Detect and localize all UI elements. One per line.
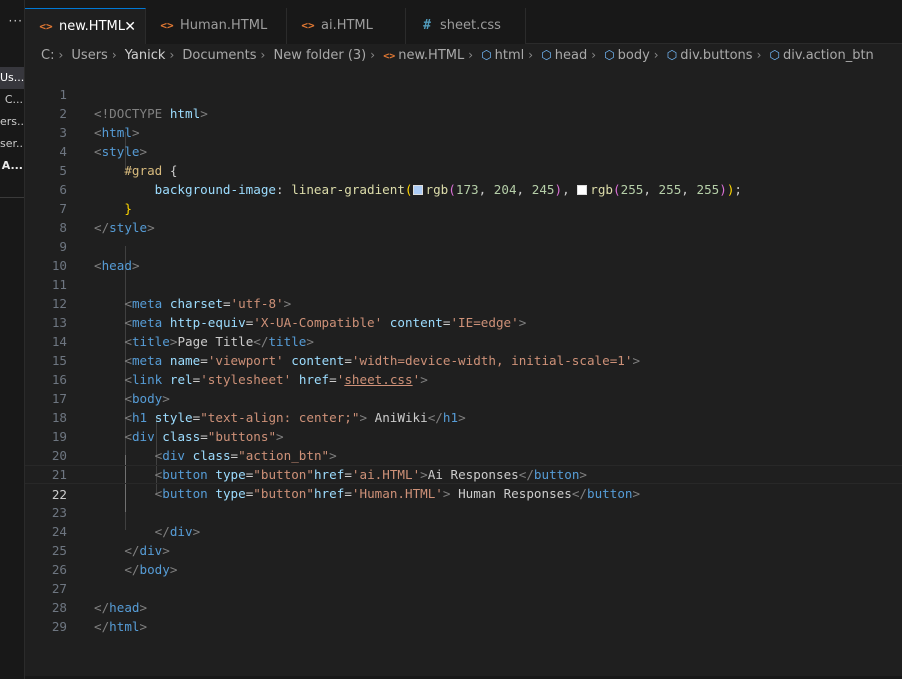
breadcrumb-item[interactable]: div.buttons <box>680 45 752 66</box>
element-cube-icon: ⬡ <box>541 48 552 62</box>
code-editor[interactable]: 1 <!DOCTYPE html> 2 <html> 3 <style> 4 #… <box>25 66 902 679</box>
tab-label: new.HTML <box>59 19 125 34</box>
html-file-icon: <> <box>39 20 53 33</box>
html-file-icon: <> <box>160 19 174 32</box>
code-line: 12 <meta http-equiv='X-UA-Compatible' co… <box>25 275 902 330</box>
code-line: 10 <box>25 237 902 273</box>
current-code-line: 22 <box>25 465 902 502</box>
chevron-right-icon: › <box>58 48 64 62</box>
code-line: 9 <head> <box>25 218 902 273</box>
breadcrumb-item[interactable]: Users <box>71 45 107 66</box>
tab-sheet-css[interactable]: # sheet.css <box>406 8 526 44</box>
html-file-icon: <> <box>301 19 315 32</box>
code-line: 23 </div> <box>25 484 902 539</box>
chevron-right-icon: › <box>260 48 266 62</box>
element-cube-icon: ⬡ <box>481 48 492 62</box>
line-number: 29 <box>51 619 67 634</box>
breadcrumb-item[interactable]: New folder (3) <box>273 45 366 66</box>
breadcrumb-item[interactable]: body <box>618 45 650 66</box>
code-line: 25 </body> <box>25 522 902 577</box>
tab-human-html[interactable]: <> Human.HTML <box>146 8 287 44</box>
code-line: 24 </div> <box>25 503 902 558</box>
chevron-right-icon: › <box>653 48 659 62</box>
element-cube-icon: ⬡ <box>604 48 615 62</box>
close-icon[interactable]: ✕ <box>124 9 136 45</box>
code-line: 26 <box>25 541 902 577</box>
code-line: 20 <button type="button"href='ai.HTML'>A… <box>25 427 902 482</box>
explorer-item[interactable]: C... <box>0 89 24 111</box>
code-line: 6 } <box>25 161 902 216</box>
element-cube-icon: ⬡ <box>769 48 781 62</box>
chevron-right-icon: › <box>370 48 376 62</box>
breadcrumb-item[interactable]: Documents <box>182 45 256 66</box>
code-line: 7 </style> <box>25 180 902 235</box>
breadcrumb-item[interactable]: html <box>495 45 525 66</box>
breadcrumb: C: › Users › Yanick › Documents › New folder… <box>25 44 902 66</box>
tab-ai-html[interactable]: <> ai.HTML <box>287 8 406 44</box>
chevron-right-icon: › <box>111 48 117 62</box>
code-line: 15 <link rel='stylesheet' href='sheet.cs… <box>25 332 902 387</box>
code-line: 8 <box>25 199 902 235</box>
tab-label: sheet.css <box>440 18 501 33</box>
breadcrumb-item[interactable]: new.HTML <box>398 45 464 66</box>
code-line: 4 #grad { <box>25 123 902 178</box>
breadcrumb-item[interactable]: div.action_btn <box>783 45 874 66</box>
code-line: 3 <style> <box>25 104 902 159</box>
code-line: 18 <div class="buttons"> <box>25 389 902 444</box>
more-actions-icon[interactable]: ··· <box>0 14 24 28</box>
tab-new-html[interactable]: <> new.HTML ✕ <box>25 8 146 45</box>
chevron-right-icon: › <box>528 48 534 62</box>
breadcrumb-item[interactable]: Yanick <box>125 45 166 66</box>
tab-bar: <> new.HTML ✕ <> Human.HTML <> ai.HTML # she… <box>25 0 902 45</box>
code-line: 5 background-image: linear-gradient(rgb(… <box>25 142 902 197</box>
code-line: 17 <h1 style="text-align: center;"> AniW… <box>25 370 902 425</box>
element-cube-icon: ⬡ <box>666 48 678 62</box>
tab-label: ai.HTML <box>321 18 373 33</box>
breadcrumb-item[interactable]: C: <box>41 45 54 66</box>
chevron-right-icon: › <box>468 48 474 62</box>
code-line: 19 <div class="action_btn"> <box>25 408 902 463</box>
html-file-icon: <> <box>383 51 396 62</box>
explorer-item[interactable]: ers... <box>0 111 24 133</box>
explorer-divider <box>0 197 24 198</box>
code-line: 27 </head> <box>25 560 902 615</box>
breadcrumb-item[interactable]: head <box>555 45 587 66</box>
tab-label: Human.HTML <box>180 18 268 33</box>
explorer-item[interactable]: ser... <box>0 133 24 155</box>
code-line: 1 <!DOCTYPE html> <box>25 66 902 121</box>
code-line: 14 <meta name='viewport' content='width=… <box>25 313 902 368</box>
chevron-right-icon: › <box>169 48 175 62</box>
chevron-right-icon: › <box>756 48 762 62</box>
code-line: 21 <button type="button"href='Human.HTML… <box>25 446 902 501</box>
code-line: 2 <html> <box>25 85 902 140</box>
explorer-panel: ··· Us... C... ers... ser... A... <box>0 0 25 679</box>
code-line: 16 <body> <box>25 351 902 406</box>
css-file-icon: # <box>423 18 431 33</box>
chevron-right-icon: › <box>591 48 597 62</box>
code-line: 28 </html> <box>25 579 902 634</box>
code-line: 13 <title>Page Title</title> <box>25 294 902 349</box>
code-line: 11 <meta charset='utf-8'> <box>25 256 902 311</box>
explorer-item[interactable]: A... <box>0 155 24 177</box>
code-line: 29 <box>25 598 902 634</box>
explorer-item[interactable]: Us... <box>0 67 24 89</box>
